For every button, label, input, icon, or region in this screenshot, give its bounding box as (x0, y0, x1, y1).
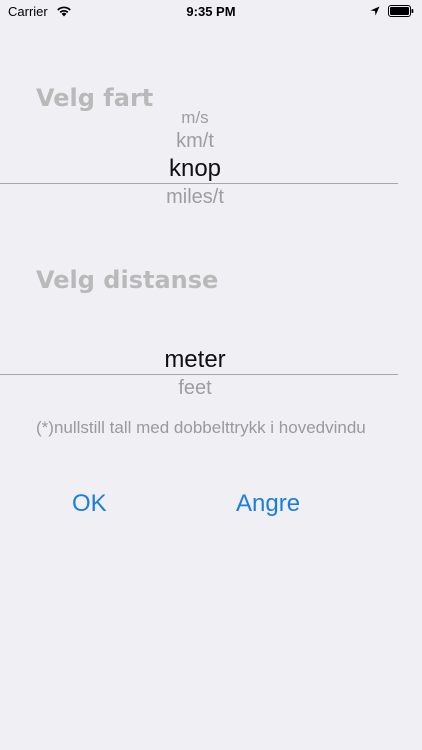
distance-section-title: Velg distanse (36, 266, 219, 294)
speed-option-ms[interactable]: m/s (0, 108, 390, 128)
distance-picker-selection-line (0, 374, 398, 375)
speed-option-knop[interactable]: knop (0, 155, 390, 183)
distance-option-meter[interactable]: meter (0, 346, 390, 374)
ok-button[interactable]: OK (72, 490, 107, 518)
cancel-button[interactable]: Angre (236, 490, 300, 518)
speed-option-kmt[interactable]: km/t (0, 130, 390, 153)
speed-option-milest[interactable]: miles/t (0, 186, 390, 209)
speed-picker-selection-line (0, 183, 398, 184)
distance-option-feet[interactable]: feet (0, 377, 390, 400)
reset-hint-text: (*)nullstill tall med dobbelttrykk i hov… (36, 418, 366, 437)
status-time: 9:35 PM (186, 4, 236, 19)
battery-icon (388, 5, 414, 17)
location-arrow-icon (370, 6, 380, 16)
status-bar: Carrier 9:35 PM (0, 0, 422, 24)
